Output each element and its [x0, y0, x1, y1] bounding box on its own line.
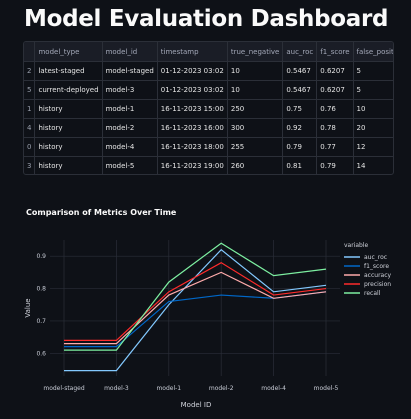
table-cell[interactable]: 260 — [227, 156, 284, 174]
x-tick-label: model-5 — [314, 385, 339, 392]
chart-series-lines — [64, 242, 327, 372]
y-tick-label: 0.8 — [36, 286, 46, 293]
table-cell[interactable]: 0.77 — [316, 137, 354, 157]
table-row[interactable]: 0 history model-4 16-11-2023 18:00 255 0… — [24, 137, 393, 157]
y-axis-ticks: 0.6 0.7 0.8 0.9 — [36, 253, 46, 357]
table-row[interactable]: 5 current-deployed model-3 01-12-2023 03… — [24, 80, 393, 100]
page-title: Model Evaluation Dashboard — [24, 6, 389, 32]
table-cell[interactable]: model-4 — [102, 137, 158, 157]
table-cell[interactable]: 0.79 — [316, 156, 354, 174]
table-cell[interactable]: history — [34, 118, 103, 138]
y-tick-label: 0.9 — [36, 253, 46, 260]
x-tick-label: model-3 — [104, 385, 129, 392]
metrics-chart-svg: Comparison of Metrics Over Time 0.60.70.… — [24, 208, 392, 409]
chart-grid — [50, 240, 340, 376]
table-cell[interactable]: 0.6207 — [316, 80, 354, 100]
table-cell[interactable]: 0.81 — [282, 156, 318, 174]
table-cell[interactable]: 5 — [353, 61, 393, 81]
table-cell[interactable]: 0.5467 — [282, 80, 318, 100]
table-cell[interactable]: 300 — [227, 118, 284, 138]
x-tick-label: model-2 — [209, 385, 234, 392]
table-row[interactable]: 1 history model-1 16-11-2023 15:00 250 0… — [24, 99, 393, 119]
table-cell-index: 3 — [24, 156, 36, 174]
y-axis-label: Value — [24, 298, 32, 317]
legend-label: f1_score — [364, 263, 389, 270]
table-cell[interactable]: 20 — [353, 118, 393, 138]
series-line-auc-roc — [64, 248, 327, 372]
table-row[interactable]: 4 history model-2 16-11-2023 16:00 300 0… — [24, 118, 393, 138]
table-row[interactable]: 2 latest-staged model-staged 01-12-2023 … — [24, 61, 393, 81]
chart-title: Comparison of Metrics Over Time — [26, 208, 177, 217]
legend-title: variable — [344, 242, 369, 249]
y-tick-label: 0.7 — [36, 318, 46, 325]
table-cell[interactable]: 0.6207 — [316, 61, 354, 81]
table-cell[interactable]: 10 — [353, 99, 393, 119]
legend-label: recall — [364, 290, 381, 297]
table-cell[interactable]: model-2 — [102, 118, 158, 138]
table-cell[interactable]: model-3 — [102, 80, 158, 100]
table-cell[interactable]: 0.92 — [282, 118, 318, 138]
table-cell[interactable]: model-5 — [102, 156, 158, 174]
series-line-accuracy — [64, 271, 327, 345]
table-cell[interactable]: 16-11-2023 15:00 — [157, 99, 228, 119]
table-cell[interactable]: current-deployed — [34, 80, 103, 100]
table-cell[interactable]: 0.78 — [316, 118, 354, 138]
table-cell[interactable]: 16-11-2023 19:00 — [157, 156, 228, 174]
legend-label: precision — [364, 281, 391, 288]
column-header-timestamp[interactable]: timestamp — [157, 42, 228, 62]
column-header-f1-score[interactable]: f1_score — [316, 42, 354, 62]
legend-label: accuracy — [364, 272, 392, 279]
table-cell[interactable]: 10 — [227, 80, 284, 100]
column-header-auc-roc[interactable]: auc_roc — [282, 42, 318, 62]
x-axis-ticks: model-staged model-3 model-1 model-2 model-4… — [43, 385, 338, 392]
table-cell[interactable]: 01-12-2023 03:02 — [157, 61, 228, 81]
x-tick-label: model-1 — [156, 385, 181, 392]
x-axis-label: Model ID — [181, 401, 212, 409]
column-header-model-type[interactable]: model_type — [34, 42, 103, 62]
data-table[interactable]: model_type model_id timestamp true_negat… — [23, 41, 394, 175]
table-cell-index: 4 — [24, 118, 36, 138]
table-header-row: model_type model_id timestamp true_negat… — [24, 42, 393, 62]
table-cell-index: 0 — [24, 137, 36, 157]
series-line-f1-score — [64, 291, 327, 348]
table-cell[interactable]: 0.79 — [282, 137, 318, 157]
table-cell[interactable]: 255 — [227, 137, 284, 157]
table-cell[interactable]: 0.75 — [282, 99, 318, 119]
table-cell[interactable]: 0.76 — [316, 99, 354, 119]
table-cell[interactable]: 14 — [353, 156, 393, 174]
table-cell[interactable]: latest-staged — [34, 61, 103, 81]
column-header-index[interactable] — [24, 42, 36, 62]
table-cell[interactable]: 10 — [227, 61, 284, 81]
table-cell[interactable]: model-1 — [102, 99, 158, 119]
metrics-chart: Comparison of Metrics Over Time 0.6 0.7 0.… — [0, 200, 411, 415]
table-cell[interactable]: 12 — [353, 137, 393, 157]
column-header-true-negative[interactable]: true_negative — [227, 42, 284, 62]
legend-label: auc_roc — [364, 254, 387, 261]
x-tick-label: model-staged — [43, 385, 85, 392]
x-tick-label: model-4 — [261, 385, 286, 392]
table-cell[interactable]: 16-11-2023 18:00 — [157, 137, 228, 157]
chart-legend: auc_roc f1_score accuracy precision recall — [344, 254, 392, 297]
column-header-model-id[interactable]: model_id — [102, 42, 158, 62]
table-cell[interactable]: history — [34, 99, 103, 119]
table-cell[interactable]: history — [34, 156, 103, 174]
column-header-false-positive[interactable]: false_positive — [353, 42, 393, 62]
table-row[interactable]: 3 history model-5 16-11-2023 19:00 260 0… — [24, 156, 393, 174]
table-cell[interactable]: 250 — [227, 99, 284, 119]
table-cell[interactable]: 0.5467 — [282, 61, 318, 81]
table-cell-index: 1 — [24, 99, 36, 119]
table-cell-index: 5 — [24, 80, 36, 100]
table-cell[interactable]: history — [34, 137, 103, 157]
table-cell[interactable]: 01-12-2023 03:02 — [157, 80, 228, 100]
table-cell[interactable]: 16-11-2023 16:00 — [157, 118, 228, 138]
table-cell[interactable]: model-staged — [102, 61, 158, 81]
y-tick-label: 0.6 — [36, 350, 46, 357]
table-cell[interactable]: 5 — [353, 80, 393, 100]
table-cell-index: 2 — [24, 61, 36, 81]
